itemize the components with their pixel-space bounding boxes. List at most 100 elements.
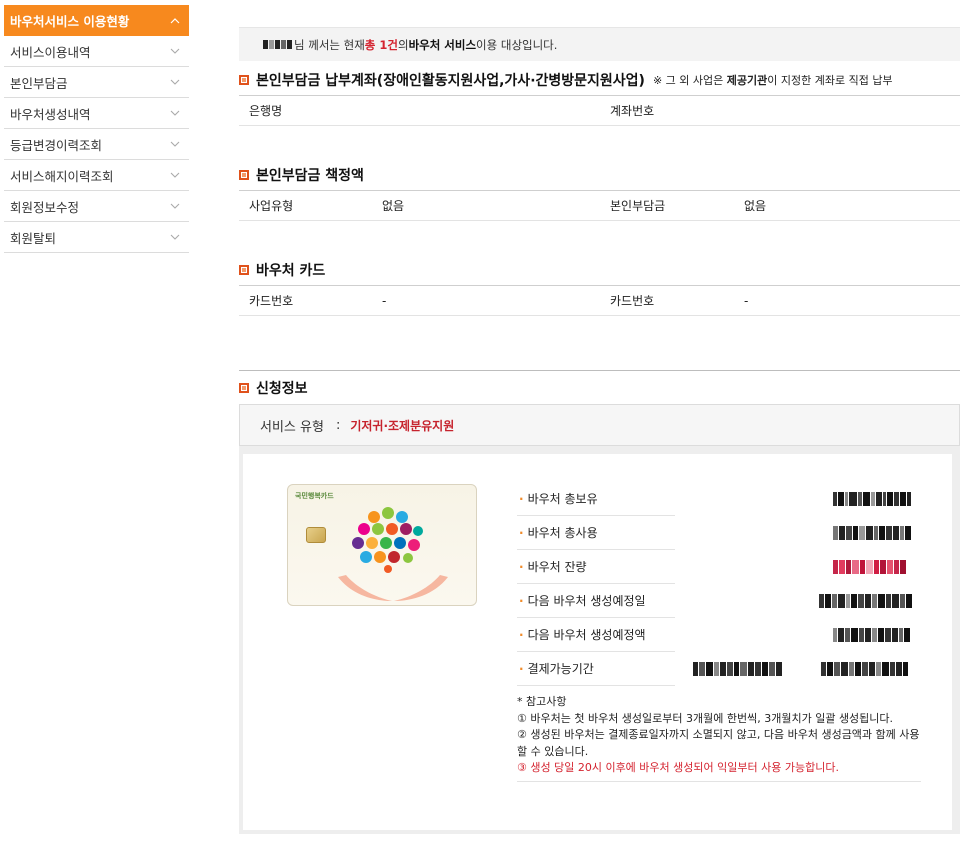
masked-user-name xyxy=(263,40,293,49)
chevron-down-icon xyxy=(169,76,181,88)
chevron-down-icon xyxy=(169,138,181,150)
notice-text: 님 께서는 현재 xyxy=(294,37,365,52)
voucher-label: 결제가능기간 xyxy=(517,660,594,677)
voucher-row-next-amount: 다음 바우처 생성예정액 xyxy=(517,618,675,652)
biz-type-value: 없음 xyxy=(382,199,405,213)
card-hands-illustration xyxy=(338,575,448,601)
chevron-down-icon xyxy=(169,200,181,212)
sidebar-item-label: 본인부담금 xyxy=(10,75,68,91)
section-title: 본인부담금 납부계좌(장애인활동지원사업,가사·간병방문지원사업) ※ 그 외 … xyxy=(239,65,960,95)
voucher-info-panel: 국민행복카드 · 바우처 총보유 · 바우처 총사용 · 바우처 잔량 · 다음… xyxy=(239,446,960,834)
reference-line: ② 생성된 바우처는 결제종료일자까지 소멸되지 않고, 다음 바우처 생성금액… xyxy=(517,728,920,758)
sidebar-item-label: 회원정보수정 xyxy=(10,199,80,215)
account-note-text: 이 지정한 계좌로 직접 납부 xyxy=(767,74,893,87)
masked-value-period-end xyxy=(821,662,909,676)
sidebar-item-label: 바우처생성내역 xyxy=(10,106,91,122)
account-row: 은행명 계좌번호 xyxy=(239,95,960,126)
sidebar-item-copay[interactable]: 본인부담금 xyxy=(4,67,189,98)
sidebar-item-edit-profile[interactable]: 회원정보수정 xyxy=(4,191,189,222)
chevron-down-icon xyxy=(169,169,181,181)
sidebar-item-service-history[interactable]: 서비스이용내역 xyxy=(4,36,189,67)
masked-value-used xyxy=(833,526,912,540)
masked-value-next-date xyxy=(819,594,913,608)
sidebar-item-service-cancel[interactable]: 서비스해지이력조회 xyxy=(4,160,189,191)
copay-label: 본인부담금 xyxy=(610,199,666,213)
main-content: 님 께서는 현재 총 1건 의 바우처 서비스 이용 대상입니다. 본인부담금 … xyxy=(239,27,960,834)
card-section-title: 바우처 카드 xyxy=(256,263,326,279)
sidebar-item-withdraw[interactable]: 회원탈퇴 xyxy=(4,222,189,253)
voucher-row-total: 바우처 총보유 xyxy=(517,482,675,516)
section-bullet-icon xyxy=(239,265,249,275)
sidebar-item-label: 서비스해지이력조회 xyxy=(10,168,114,184)
card-chip-icon xyxy=(306,527,326,543)
sidebar-item-voucher-creation[interactable]: 바우처생성내역 xyxy=(4,98,189,129)
voucher-notice: 님 께서는 현재 총 1건 의 바우처 서비스 이용 대상입니다. xyxy=(239,27,960,61)
section-title: 본인부담금 책정액 xyxy=(239,160,960,190)
sidebar-item-label: 바우처서비스 이용현황 xyxy=(10,14,130,29)
notice-text: 이용 대상입니다. xyxy=(476,37,558,52)
sidebar-item-label: 등급변경이력조회 xyxy=(10,137,103,153)
copay-section: 본인부담금 책정액 사업유형 없음 본인부담금 없음 xyxy=(239,160,960,221)
account-note-text: ※ 그 외 사업은 xyxy=(652,74,727,87)
voucher-label: 바우처 총보유 xyxy=(517,490,598,507)
copay-section-title: 본인부담금 책정액 xyxy=(256,168,364,184)
card-number-label: 카드번호 xyxy=(249,294,294,308)
chevron-up-icon xyxy=(169,15,181,27)
bank-label: 은행명 xyxy=(249,104,283,118)
masked-value-next-amount xyxy=(833,628,911,642)
card-logo: 국민행복카드 xyxy=(295,492,334,500)
voucher-label: 바우처 총사용 xyxy=(517,524,598,541)
account-note: ※ 그 외 사업은 제공기관이 지정한 계좌로 직접 납부 xyxy=(653,72,893,88)
section-title: 신청정보 xyxy=(239,373,960,403)
service-type-value: 기저귀·조제분유지원 xyxy=(350,418,455,433)
card-tree-illustration xyxy=(352,507,423,573)
service-type-box: 서비스 유형 : 기저귀·조제분유지원 xyxy=(239,404,960,446)
section-bullet-icon xyxy=(239,170,249,180)
account-section-title: 본인부담금 납부계좌(장애인활동지원사업,가사·간병방문지원사업) xyxy=(256,73,645,89)
voucher-row-period: 결제가능기간 xyxy=(517,652,675,686)
notice-count: 총 1건 xyxy=(364,37,398,52)
biz-type-label: 사업유형 xyxy=(249,199,294,213)
reference-notes: * 참고사항 ① 바우처는 첫 바우처 생성일로부터 3개월에 한번씩, 3개월… xyxy=(517,694,921,782)
voucher-summary-list: 바우처 총보유 바우처 총사용 바우처 잔량 다음 바우처 생성예정일 다음 바… xyxy=(517,482,923,686)
application-section-title: 신청정보 xyxy=(256,381,308,397)
sidebar-item-voucher-status[interactable]: 바우처서비스 이용현황 xyxy=(4,5,189,36)
copay-row: 사업유형 없음 본인부담금 없음 xyxy=(239,190,960,221)
voucher-label: 바우처 잔량 xyxy=(517,558,587,575)
masked-value-total xyxy=(833,492,912,506)
sidebar: 바우처서비스 이용현황 서비스이용내역 본인부담금 바우처생성내역 등급변경이력… xyxy=(4,5,189,253)
copay-value: 없음 xyxy=(744,199,767,213)
card-number-value: - xyxy=(744,293,749,308)
chevron-down-icon xyxy=(169,107,181,119)
voucher-card-section: 바우처 카드 카드번호 - 카드번호 - xyxy=(239,255,960,316)
chevron-down-icon xyxy=(169,45,181,57)
masked-value-balance xyxy=(833,560,907,574)
card-row: 카드번호 - 카드번호 - xyxy=(239,285,960,316)
account-section: 본인부담금 납부계좌(장애인활동지원사업,가사·간병방문지원사업) ※ 그 외 … xyxy=(239,65,960,126)
account-note-bold: 제공기관 xyxy=(726,74,768,87)
section-bullet-icon xyxy=(239,383,249,393)
voucher-info-inner: 국민행복카드 · 바우처 총보유 · 바우처 총사용 · 바우처 잔량 · 다음… xyxy=(243,454,952,830)
account-number-label: 계좌번호 xyxy=(610,104,655,118)
sidebar-item-label: 서비스이용내역 xyxy=(10,44,91,60)
service-type-colon: : xyxy=(335,417,341,433)
service-type-label: 서비스 유형 xyxy=(260,419,324,435)
reference-warning: ③ 생성 당일 20시 이후에 바우처 생성되어 익일부터 사용 가능합니다. xyxy=(517,760,921,782)
masked-value-period-start xyxy=(693,662,783,676)
voucher-label: 다음 바우처 생성예정액 xyxy=(517,626,646,643)
reference-heading: * 참고사항 xyxy=(517,695,567,708)
voucher-row-next-date: 다음 바우처 생성예정일 xyxy=(517,584,675,618)
section-bullet-icon xyxy=(239,75,249,85)
sidebar-item-grade-change[interactable]: 등급변경이력조회 xyxy=(4,129,189,160)
voucher-row-balance: 바우처 잔량 xyxy=(517,550,675,584)
notice-text: 의 xyxy=(397,37,409,52)
card-number-value: - xyxy=(382,293,387,308)
notice-service: 바우처 서비스 xyxy=(408,37,477,52)
voucher-label: 다음 바우처 생성예정일 xyxy=(517,592,646,609)
chevron-down-icon xyxy=(169,231,181,243)
card-number-label: 카드번호 xyxy=(610,294,655,308)
application-section: 신청정보 서비스 유형 : 기저귀·조제분유지원 국민행복카드 · 바우처 총보… xyxy=(239,370,960,834)
happy-card-image: 국민행복카드 xyxy=(287,484,477,606)
sidebar-item-label: 회원탈퇴 xyxy=(10,230,57,246)
reference-line: ① 바우처는 첫 바우처 생성일로부터 3개월에 한번씩, 3개월치가 일괄 생… xyxy=(517,711,894,725)
